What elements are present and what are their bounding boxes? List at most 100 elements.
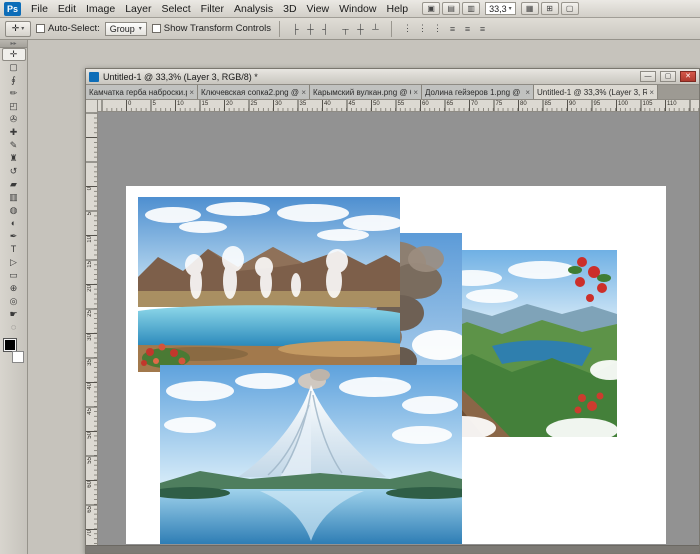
- shape-tool[interactable]: ▭: [2, 269, 26, 282]
- hand-tool[interactable]: ☛: [2, 308, 26, 321]
- minimize-button[interactable]: —: [640, 71, 656, 82]
- horizontal-ruler[interactable]: 0510152025303540455055606570758085909510…: [98, 100, 699, 111]
- auto-select-target-dropdown[interactable]: Group ▾: [105, 22, 147, 36]
- history-brush-tool[interactable]: ↺: [2, 165, 26, 178]
- auto-select-checkbox[interactable]: [36, 24, 45, 33]
- tab-close-icon[interactable]: ×: [525, 88, 530, 97]
- ruler-number: 35: [300, 101, 307, 107]
- distribute-button-2[interactable]: ⋮: [430, 21, 445, 36]
- align-button-3[interactable]: ┬: [338, 21, 353, 36]
- dodge-tool[interactable]: ◐: [2, 217, 26, 230]
- clone-stamp-tool[interactable]: ♜: [2, 152, 26, 165]
- document-tab-2[interactable]: Карымский вулкан.png @ 66,7% (...×: [310, 85, 422, 99]
- move-tool[interactable]: ✛: [2, 48, 26, 61]
- background-color-swatch[interactable]: [12, 351, 24, 363]
- eraser-tool[interactable]: ▰: [2, 178, 26, 191]
- quick-selection-tool[interactable]: ✏: [2, 87, 26, 100]
- document-tab-3[interactable]: Долина гейзеров 1.png @ 50% (R...×: [422, 85, 534, 99]
- canvas[interactable]: [126, 186, 666, 544]
- document-tab-4[interactable]: Untitled-1 @ 33,3% (Layer 3, RGB/8)×: [534, 85, 658, 99]
- vertical-ruler[interactable]: 0510152025303540455055606570: [86, 112, 98, 545]
- ruler-number: 50: [373, 101, 380, 107]
- toolbox: ▸▸ ✛▢∮✏◰✇✚✎♜↺▰▥◍◐✒T▷▭⊕◎☛◌: [0, 40, 28, 554]
- close-button[interactable]: ✕: [680, 71, 696, 82]
- appbar-right-button-1[interactable]: ⊞: [541, 2, 559, 15]
- document-tab-1[interactable]: Ключевская сопка2.png @ 66,7 ...×: [198, 85, 310, 99]
- align-button-1[interactable]: ┼: [303, 21, 318, 36]
- align-button-2[interactable]: ┤: [318, 21, 333, 36]
- distribute-button-0[interactable]: ⋮: [400, 21, 415, 36]
- appbar-right-button-0[interactable]: ▦: [521, 2, 539, 15]
- ruler-number: 20: [226, 101, 233, 107]
- restore-button[interactable]: ▢: [660, 71, 676, 82]
- menu-item-help[interactable]: Help: [381, 1, 413, 17]
- ruler-number: 60: [422, 101, 429, 107]
- chevron-down-icon: ▾: [509, 5, 512, 12]
- tab-close-icon[interactable]: ×: [189, 88, 194, 97]
- healing-brush-tool[interactable]: ✚: [2, 126, 26, 139]
- 3d-rotate-tool[interactable]: ⊕: [2, 282, 26, 295]
- tab-close-icon[interactable]: ×: [413, 88, 418, 97]
- align-button-4[interactable]: ┼: [353, 21, 368, 36]
- distribute-button-4[interactable]: ≡: [460, 21, 475, 36]
- menu-item-analysis[interactable]: Analysis: [229, 1, 278, 17]
- distribute-button-3[interactable]: ≡: [445, 21, 460, 36]
- 3d-orbit-tool[interactable]: ◎: [2, 295, 26, 308]
- document-viewport[interactable]: [98, 112, 699, 545]
- geysers-valley-photo[interactable]: [138, 197, 400, 372]
- rectangular-marquee-tool[interactable]: ▢: [2, 61, 26, 74]
- menu-item-filter[interactable]: Filter: [196, 1, 229, 17]
- menu-item-file[interactable]: File: [26, 1, 53, 17]
- blur-tool[interactable]: ◍: [2, 204, 26, 217]
- zoom-level-field[interactable]: 33,3 ▾: [485, 2, 516, 15]
- chevron-down-icon: ▾: [139, 25, 142, 32]
- distribute-button-5[interactable]: ≡: [475, 21, 490, 36]
- gradient-tool[interactable]: ▥: [2, 191, 26, 204]
- auto-select-target-value: Group: [110, 24, 135, 34]
- ruler-number: 40: [87, 383, 93, 390]
- document-title-bar[interactable]: Untitled-1 @ 33,3% (Layer 3, RGB/8) * — …: [86, 69, 699, 85]
- menu-item-select[interactable]: Select: [156, 1, 195, 17]
- document-title: Untitled-1 @ 33,3% (Layer 3, RGB/8) *: [103, 72, 636, 82]
- foreground-color-swatch[interactable]: [4, 339, 16, 351]
- current-tool-badge[interactable]: ✛ ▾: [5, 21, 31, 37]
- snowy-volcano-lake-photo[interactable]: [160, 365, 462, 544]
- menu-item-window[interactable]: Window: [334, 1, 381, 17]
- type-tool[interactable]: T: [2, 243, 26, 256]
- brush-tool[interactable]: ✎: [2, 139, 26, 152]
- appbar-left-button-0[interactable]: ▣: [422, 2, 440, 15]
- ruler-number: 70: [87, 530, 93, 537]
- align-button-0[interactable]: ├: [288, 21, 303, 36]
- show-transform-option: Show Transform Controls: [152, 23, 271, 34]
- ruler-number: 5: [153, 101, 156, 107]
- appbar-left-button-2[interactable]: ▥: [462, 2, 480, 15]
- ruler-number: 110: [667, 101, 677, 107]
- appbar-left-button-1[interactable]: ▤: [442, 2, 460, 15]
- distribute-button-1[interactable]: ⋮: [415, 21, 430, 36]
- zoom-tool[interactable]: ◌: [2, 321, 26, 334]
- toolbox-grip[interactable]: ▸▸: [0, 40, 27, 48]
- menu-item-edit[interactable]: Edit: [53, 1, 81, 17]
- zoom-level-value: 33,3: [489, 4, 507, 14]
- pen-tool[interactable]: ✒: [2, 230, 26, 243]
- lasso-tool[interactable]: ∮: [2, 74, 26, 87]
- tab-label: Камчатка герба наброски.png @ ...: [89, 88, 187, 97]
- ruler-number: 0: [128, 101, 131, 107]
- eyedropper-tool[interactable]: ✇: [2, 113, 26, 126]
- path-selection-tool[interactable]: ▷: [2, 256, 26, 269]
- appbar-right-button-2[interactable]: ▢: [561, 2, 579, 15]
- tab-close-icon[interactable]: ×: [301, 88, 306, 97]
- document-tab-0[interactable]: Камчатка герба наброски.png @ ...×: [86, 85, 198, 99]
- tab-close-icon[interactable]: ×: [649, 88, 654, 97]
- menu-item-image[interactable]: Image: [81, 1, 120, 17]
- ruler-number: 55: [398, 101, 405, 107]
- menu-item-3d[interactable]: 3D: [278, 1, 301, 17]
- show-transform-checkbox[interactable]: [152, 24, 161, 33]
- menu-item-view[interactable]: View: [302, 1, 335, 17]
- align-button-5[interactable]: ┴: [368, 21, 383, 36]
- tab-label: Untitled-1 @ 33,3% (Layer 3, RGB/8): [537, 88, 647, 97]
- menu-item-layer[interactable]: Layer: [120, 1, 156, 17]
- separator: [279, 21, 280, 37]
- menu-items: FileEditImageLayerSelectFilterAnalysis3D…: [26, 1, 413, 17]
- crop-tool[interactable]: ◰: [2, 100, 26, 113]
